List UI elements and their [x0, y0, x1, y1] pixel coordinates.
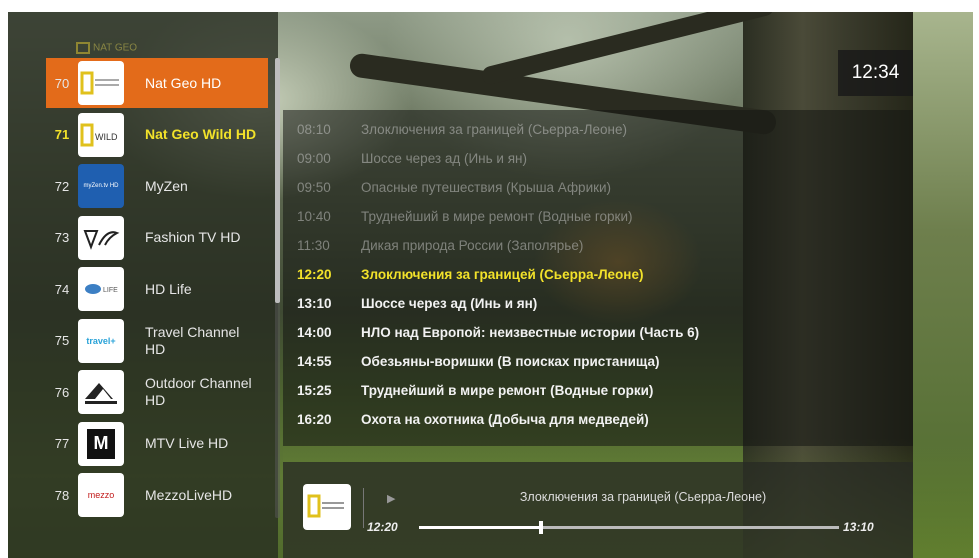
tv-screen: NAT GEO 70 Nat Geo HD 71 WILD Nat Geo Wild H… — [8, 12, 973, 558]
channel-name: Nat Geo HD — [145, 74, 222, 91]
channel-list-scrollbar[interactable] — [275, 58, 280, 518]
program-row[interactable]: 14:55 Обезьяны-воришки (В поисках пристан… — [297, 348, 659, 374]
channel-logo: myZen.tv HD — [78, 164, 124, 208]
channel-name: Nat Geo Wild HD — [145, 126, 257, 142]
program-title: Злоключения за границей (Сьерра-Леоне) — [361, 266, 644, 282]
program-time: 14:00 — [297, 324, 332, 340]
channel-row[interactable]: 75 travel+ Travel Channel HD — [46, 316, 268, 366]
program-guide: 08:10 Злоключения за границей (Сьерра-Лео… — [283, 110, 913, 446]
channel-row[interactable]: 78 mezzo MezzoLiveHD — [46, 470, 268, 520]
program-title: Шоссе через ад (Инь и ян) — [361, 150, 527, 166]
program-time: 09:50 — [297, 179, 331, 195]
now-playing-channel-logo — [303, 484, 351, 530]
channel-number: 76 — [54, 384, 70, 400]
scrollbar-thumb[interactable] — [275, 58, 280, 303]
channel-row[interactable]: 77 M MTV Live HD — [46, 419, 268, 469]
channel-row[interactable]: 73 Fashion TV HD — [46, 213, 268, 263]
program-time: 11:30 — [297, 237, 330, 253]
channel-name: HD Life — [145, 280, 192, 297]
channel-logo: M — [78, 421, 124, 466]
channel-logo: LIFE — [78, 267, 124, 311]
channel-name: MyZen — [145, 177, 188, 194]
now-playing-bar: ▶ Злоключения за границей (Сьерра-Леоне)… — [283, 462, 913, 558]
program-time: 08:10 — [297, 121, 331, 137]
channel-row[interactable]: 71 WILD Nat Geo Wild HD — [46, 110, 268, 160]
program-title: Злоключения за границей (Сьерра-Леоне) — [361, 121, 627, 137]
channel-name: Fashion TV HD — [145, 229, 241, 245]
program-title: Опасные путешествия (Крыша Африки) — [361, 179, 612, 195]
channel-row[interactable]: 76 Outdoor Channel HD — [46, 367, 268, 417]
channel-logo: mezzo — [78, 473, 124, 517]
channel-row[interactable]: 72 myZen.tv HD MyZen — [46, 161, 268, 211]
background-branch — [480, 12, 776, 87]
program-title: Охота на охотника (Добыча для медведей) — [361, 411, 649, 427]
program-title: Труднейший в мире ремонт (Водные горки) — [361, 382, 654, 398]
channel-list: NAT GEO 70 Nat Geo HD 71 WILD Nat Geo Wild H… — [8, 12, 280, 558]
progress-knob — [538, 521, 543, 534]
program-time: 12:20 — [297, 266, 332, 282]
channel-number: 72 — [54, 178, 70, 194]
channel-number: 77 — [54, 436, 70, 451]
program-row[interactable]: 11:30 Дикая природа России (Заполярье) — [297, 232, 583, 258]
channel-number: 78 — [54, 487, 70, 503]
program-row[interactable]: 15:25 Труднейший в мире ремонт (Водные го… — [297, 377, 653, 403]
program-time: 09:00 — [297, 150, 331, 166]
program-title: Обезьяны-воришки (В поисках пристанища) — [361, 353, 660, 369]
channel-logo — [78, 215, 124, 260]
program-row[interactable]: 08:10 Злоключения за границей (Сьерра-Лео… — [297, 116, 627, 142]
program-title: НЛО над Европой: неизвестные истории (Ча… — [361, 324, 700, 340]
program-end-time: 13:10 — [843, 520, 874, 534]
channel-logo — [78, 370, 124, 414]
channel-number: 71 — [54, 127, 70, 142]
channel-logo: travel+ — [78, 318, 124, 363]
program-row[interactable]: 16:20 Охота на охотника (Добыча для медве… — [297, 406, 649, 432]
program-row[interactable]: 09:00 Шоссе через ад (Инь и ян) — [297, 145, 527, 171]
channel-number: 73 — [54, 230, 70, 245]
channel-name: Outdoor Channel HD — [145, 375, 252, 408]
play-icon: ▶ — [387, 492, 396, 505]
channel-logo — [78, 61, 124, 105]
channel-number: 75 — [54, 333, 70, 348]
channel-name: MTV Live HD — [145, 435, 229, 451]
program-row[interactable]: 12:20 Злоключения за границей (Сьерра-Лео… — [297, 261, 643, 287]
progress-fill — [419, 526, 541, 529]
clock: 12:34 — [838, 50, 913, 96]
program-time: 14:55 — [297, 353, 332, 369]
divider — [363, 488, 364, 528]
program-title: Дикая природа России (Заполярье) — [361, 237, 584, 253]
channel-name: Travel Channel HD — [145, 323, 240, 357]
program-time: 15:25 — [297, 382, 332, 398]
channel-row[interactable]: 74 LIFE HD Life — [46, 264, 268, 314]
channel-name: MezzoLiveHD — [145, 486, 233, 503]
program-row[interactable]: 13:10 Шоссе через ад (Инь и ян) — [297, 290, 537, 316]
program-row[interactable]: 10:40 Труднейший в мире ремонт (Водные го… — [297, 203, 633, 229]
channel-number: 74 — [54, 281, 70, 297]
progress-bar — [419, 521, 839, 534]
program-row[interactable]: 09:50 Опасные путешествия (Крыша Африки) — [297, 174, 611, 200]
channel-number: 70 — [54, 75, 70, 91]
natgeo-logo-icon — [307, 494, 344, 518]
program-title: Труднейший в мире ремонт (Водные горки) — [361, 208, 633, 224]
channel-row[interactable]: 70 Nat Geo HD — [46, 58, 268, 108]
program-time: 13:10 — [297, 295, 332, 311]
program-start-time: 12:20 — [367, 520, 398, 534]
program-row[interactable]: 14:00 НЛО над Европой: неизвестные истори… — [297, 319, 699, 345]
program-time: 16:20 — [297, 411, 332, 427]
program-time: 10:40 — [297, 208, 331, 224]
program-title: Шоссе через ад (Инь и ян) — [361, 295, 538, 311]
svg-text:WILD: WILD — [95, 132, 118, 142]
channel-logo: WILD — [78, 112, 124, 157]
svg-text:LIFE: LIFE — [103, 287, 118, 294]
now-playing-title: Злоключения за границей (Сьерра-Леоне) — [519, 490, 767, 504]
